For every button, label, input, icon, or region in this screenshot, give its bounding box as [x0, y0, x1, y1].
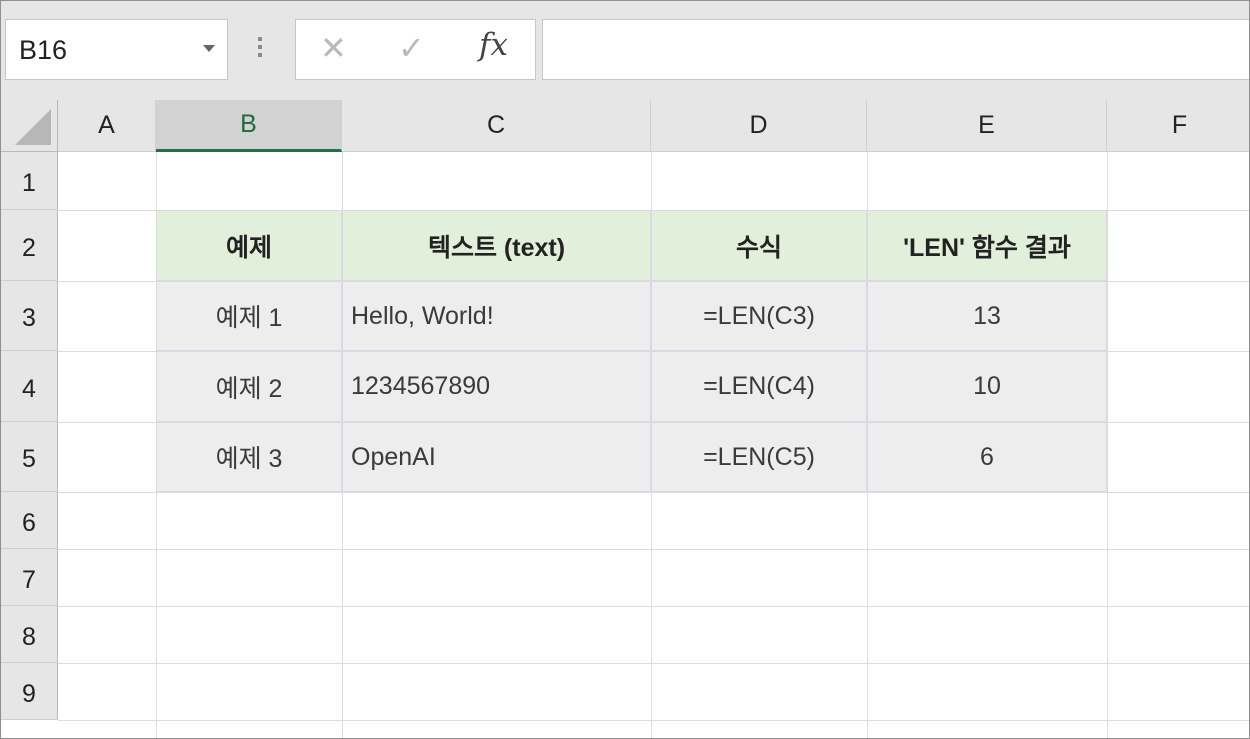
row-header-1[interactable]: 1	[1, 152, 58, 210]
cell-c2-header[interactable]: 텍스트 (text)	[342, 210, 651, 281]
fx-icon[interactable]: fx	[479, 30, 508, 61]
formula-bar-grip-icon[interactable]	[257, 37, 263, 63]
cell-e4[interactable]: 10	[867, 351, 1107, 422]
cell-d4[interactable]: =LEN(C4)	[651, 351, 867, 422]
cell-c3[interactable]: Hello, World!	[342, 281, 651, 351]
name-box-value: B16	[19, 35, 68, 65]
column-header-d[interactable]: D	[651, 100, 867, 152]
gridline	[58, 606, 1249, 607]
formula-buttons: ✕ ✓ fx	[295, 19, 536, 80]
cell-e5[interactable]: 6	[867, 422, 1107, 492]
row-header-9[interactable]: 9	[1, 663, 58, 720]
cell-d5[interactable]: =LEN(C5)	[651, 422, 867, 492]
column-header-a[interactable]: A	[58, 100, 156, 152]
cell-c4[interactable]: 1234567890	[342, 351, 651, 422]
formula-input[interactable]	[542, 19, 1249, 80]
check-icon[interactable]: ✓	[398, 32, 425, 64]
cell-b4[interactable]: 예제 2	[156, 351, 342, 422]
select-all-triangle-icon	[15, 109, 51, 145]
cell-d3[interactable]: =LEN(C3)	[651, 281, 867, 351]
cell-d2-header[interactable]: 수식	[651, 210, 867, 281]
cell-b5[interactable]: 예제 3	[156, 422, 342, 492]
gridline	[58, 549, 1249, 550]
select-all-button[interactable]	[1, 100, 58, 152]
formula-bar-area: B16 ✕ ✓ fx	[1, 1, 1249, 100]
row-header-5[interactable]: 5	[1, 422, 58, 492]
gridline	[58, 492, 1249, 493]
spreadsheet-window: B16 ✕ ✓ fx A B C D E F 1 2 3 4 5 6 7 8 9	[0, 0, 1250, 739]
gridline	[58, 663, 1249, 664]
row-header-6[interactable]: 6	[1, 492, 58, 549]
gridline	[58, 720, 1249, 721]
column-header-e[interactable]: E	[867, 100, 1107, 152]
column-header-c[interactable]: C	[342, 100, 651, 152]
cell-e3[interactable]: 13	[867, 281, 1107, 351]
row-header-2[interactable]: 2	[1, 210, 58, 281]
cell-e2-header[interactable]: 'LEN' 함수 결과	[867, 210, 1107, 281]
row-header-4[interactable]: 4	[1, 351, 58, 422]
gridline	[1107, 152, 1108, 738]
cell-b2-header[interactable]: 예제	[156, 210, 342, 281]
chevron-down-icon[interactable]	[203, 45, 215, 52]
name-box[interactable]: B16	[5, 19, 228, 80]
column-header-b[interactable]: B	[156, 100, 342, 152]
cell-b3[interactable]: 예제 1	[156, 281, 342, 351]
row-header-8[interactable]: 8	[1, 606, 58, 663]
close-icon[interactable]: ✕	[320, 32, 347, 64]
row-header-3[interactable]: 3	[1, 281, 58, 351]
row-header-7[interactable]: 7	[1, 549, 58, 606]
cell-c5[interactable]: OpenAI	[342, 422, 651, 492]
column-header-f[interactable]: F	[1107, 100, 1249, 152]
